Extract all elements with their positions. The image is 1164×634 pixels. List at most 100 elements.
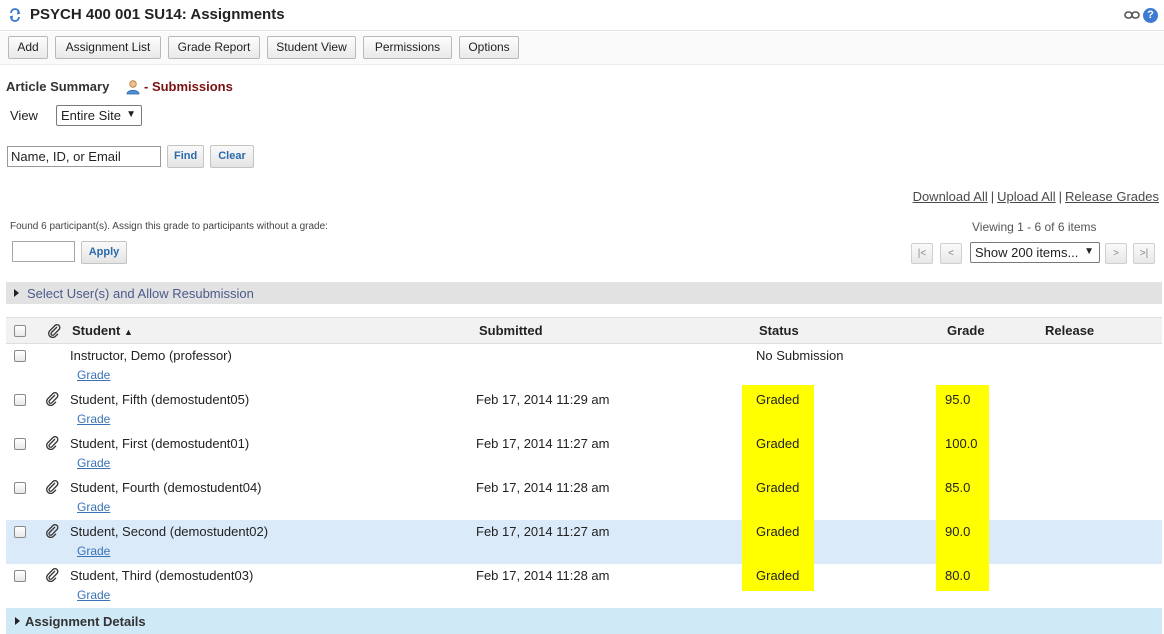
release-grades-link[interactable]: Release Grades bbox=[1065, 189, 1159, 204]
grade-value: 85.0 bbox=[945, 480, 971, 495]
table-header: Student ▲ Submitted Status Grade Release bbox=[6, 317, 1162, 344]
link-icon[interactable] bbox=[1124, 9, 1140, 21]
table-row: Student, First (demostudent01) Grade Feb… bbox=[6, 432, 1162, 476]
submitted-date: Feb 17, 2014 11:28 am bbox=[476, 480, 610, 495]
grade-link[interactable]: Grade bbox=[77, 588, 110, 602]
submission-status: Graded bbox=[756, 524, 800, 539]
grade-link[interactable]: Grade bbox=[77, 500, 110, 514]
grade-link[interactable]: Grade bbox=[77, 456, 110, 470]
page-title: PSYCH 400 001 SU14: Assignments bbox=[30, 6, 285, 23]
row-checkbox[interactable] bbox=[14, 438, 26, 450]
row-checkbox[interactable] bbox=[14, 482, 26, 494]
refresh-icon[interactable] bbox=[8, 8, 22, 22]
paperclip-icon bbox=[46, 568, 59, 582]
submission-status: Graded bbox=[756, 480, 800, 495]
paperclip-icon bbox=[46, 480, 59, 494]
found-participants-text: Found 6 participant(s). Assign this grad… bbox=[10, 221, 328, 232]
submission-status: Graded bbox=[756, 392, 800, 407]
first-page-button[interactable]: |< bbox=[911, 243, 933, 264]
paperclip-icon bbox=[48, 324, 61, 338]
assignment-details-label: Assignment Details bbox=[25, 614, 146, 629]
submitted-date: Feb 17, 2014 11:27 am bbox=[476, 436, 610, 451]
submission-status: Graded bbox=[756, 436, 800, 451]
bulk-links: Download All | Upload All | Release Grades bbox=[913, 189, 1159, 204]
row-checkbox[interactable] bbox=[14, 526, 26, 538]
student-name: Student, Fifth (demostudent05) bbox=[70, 392, 250, 407]
student-column-header[interactable]: Student ▲ bbox=[72, 323, 133, 338]
row-checkbox[interactable] bbox=[14, 394, 26, 406]
table-row: Instructor, Demo (professor) Grade No Su… bbox=[6, 344, 1162, 388]
grade-value: 95.0 bbox=[945, 392, 971, 407]
prev-page-button[interactable]: < bbox=[940, 243, 962, 264]
student-view-button[interactable]: Student View bbox=[267, 36, 356, 59]
sort-ascending-icon: ▲ bbox=[124, 327, 133, 337]
default-grade-input[interactable] bbox=[12, 241, 75, 262]
submission-status: No Submission bbox=[756, 348, 844, 363]
table-row: Student, Third (demostudent03) Grade Feb… bbox=[6, 564, 1162, 608]
student-name: Student, Fourth (demostudent04) bbox=[70, 480, 262, 495]
grade-report-button[interactable]: Grade Report bbox=[168, 36, 260, 59]
select-all-checkbox[interactable] bbox=[14, 325, 26, 337]
link-separator: | bbox=[1058, 189, 1063, 204]
expand-triangle-icon bbox=[15, 617, 20, 625]
table-row: Student, Second (demostudent02) Grade Fe… bbox=[6, 520, 1162, 564]
expand-triangle-icon bbox=[14, 289, 19, 297]
grade-link[interactable]: Grade bbox=[77, 368, 110, 382]
permissions-button[interactable]: Permissions bbox=[363, 36, 452, 59]
student-name: Student, Third (demostudent03) bbox=[70, 568, 254, 583]
paperclip-icon bbox=[46, 392, 59, 406]
person-icon bbox=[126, 80, 140, 95]
view-label: View bbox=[10, 108, 38, 123]
help-icon[interactable]: ? bbox=[1143, 8, 1158, 23]
last-page-button[interactable]: >| bbox=[1133, 243, 1155, 264]
submitted-date: Feb 17, 2014 11:27 am bbox=[476, 524, 610, 539]
assignment-list-button[interactable]: Assignment List bbox=[55, 36, 161, 59]
title-bar: PSYCH 400 001 SU14: Assignments ? bbox=[0, 0, 1164, 31]
grade-value: 100.0 bbox=[945, 436, 978, 451]
toolbar: Add Assignment List Grade Report Student… bbox=[0, 32, 1164, 65]
chevron-down-icon: ▼ bbox=[126, 109, 136, 120]
download-all-link[interactable]: Download All bbox=[913, 189, 988, 204]
section-title: Article Summary bbox=[6, 79, 110, 94]
submitted-date: Feb 17, 2014 11:28 am bbox=[476, 568, 610, 583]
section-subtitle: - Submissions bbox=[144, 79, 233, 94]
release-column-header[interactable]: Release bbox=[1045, 323, 1094, 338]
student-name: Instructor, Demo (professor) bbox=[70, 348, 232, 363]
grade-column-header[interactable]: Grade bbox=[947, 323, 985, 338]
apply-button[interactable]: Apply bbox=[81, 241, 127, 264]
submitted-column-header[interactable]: Submitted bbox=[479, 323, 543, 338]
page-size-value: Show 200 items... bbox=[975, 245, 1079, 260]
clear-button[interactable]: Clear bbox=[210, 145, 254, 168]
student-header-label: Student bbox=[72, 323, 121, 338]
chevron-down-icon: ▼ bbox=[1084, 246, 1094, 257]
grade-link[interactable]: Grade bbox=[77, 544, 110, 558]
upload-all-link[interactable]: Upload All bbox=[997, 189, 1056, 204]
link-separator: | bbox=[990, 189, 995, 204]
add-button[interactable]: Add bbox=[8, 36, 48, 59]
select-users-toggle[interactable]: Select User(s) and Allow Resubmission bbox=[6, 282, 1162, 304]
page-size-select[interactable]: Show 200 items... ▼ bbox=[970, 242, 1100, 263]
options-button[interactable]: Options bbox=[459, 36, 519, 59]
search-input[interactable]: Name, ID, or Email bbox=[7, 146, 161, 167]
paperclip-icon bbox=[46, 436, 59, 450]
assignment-details-toggle[interactable]: Assignment Details bbox=[6, 608, 1162, 634]
view-select-value: Entire Site bbox=[61, 108, 121, 123]
next-page-button[interactable]: > bbox=[1105, 243, 1127, 264]
table-row: Student, Fourth (demostudent04) Grade Fe… bbox=[6, 476, 1162, 520]
row-checkbox[interactable] bbox=[14, 350, 26, 362]
grade-value: 90.0 bbox=[945, 524, 971, 539]
grade-value: 80.0 bbox=[945, 568, 971, 583]
student-name: Student, Second (demostudent02) bbox=[70, 524, 269, 539]
row-checkbox[interactable] bbox=[14, 570, 26, 582]
status-column-header[interactable]: Status bbox=[759, 323, 799, 338]
find-button[interactable]: Find bbox=[167, 145, 204, 168]
submission-status: Graded bbox=[756, 568, 800, 583]
grade-link[interactable]: Grade bbox=[77, 412, 110, 426]
student-name: Student, First (demostudent01) bbox=[70, 436, 250, 451]
select-users-label: Select User(s) and Allow Resubmission bbox=[27, 286, 254, 301]
view-select[interactable]: Entire Site ▼ bbox=[56, 105, 142, 126]
paperclip-icon bbox=[46, 524, 59, 538]
table-row: Student, Fifth (demostudent05) Grade Feb… bbox=[6, 388, 1162, 432]
submitted-date: Feb 17, 2014 11:29 am bbox=[476, 392, 610, 407]
viewing-count: Viewing 1 - 6 of 6 items bbox=[972, 220, 1097, 234]
